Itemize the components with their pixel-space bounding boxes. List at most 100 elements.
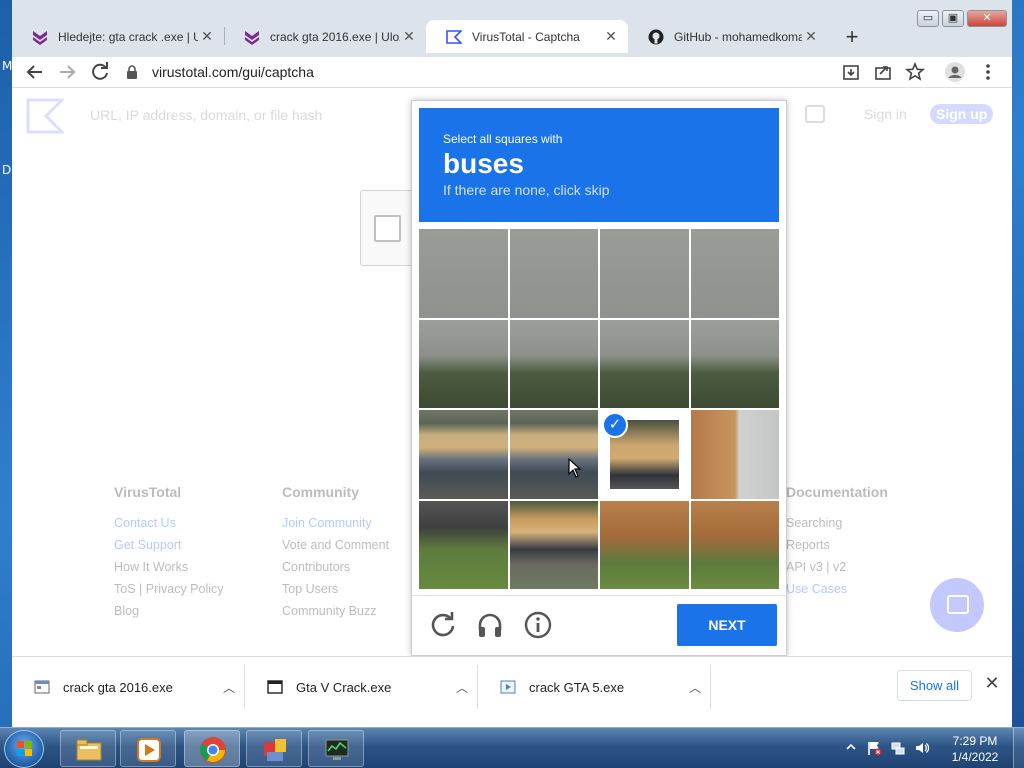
install-app-button[interactable] bbox=[839, 60, 863, 84]
show-desktop-button[interactable] bbox=[1013, 728, 1024, 768]
bookmark-button[interactable] bbox=[903, 60, 927, 84]
tab-close-button[interactable]: ✕ bbox=[400, 28, 418, 45]
taskbar-control-panel[interactable] bbox=[246, 730, 302, 767]
footer-link[interactable]: Community Buzz bbox=[282, 604, 389, 626]
captcha-tile[interactable] bbox=[690, 500, 779, 589]
download-item[interactable]: crack gta 2016.exe ︿ bbox=[12, 665, 245, 709]
tray-expand-icon[interactable] bbox=[846, 742, 856, 752]
chevron-up-icon[interactable]: ︿ bbox=[214, 679, 244, 696]
forward-button[interactable] bbox=[55, 60, 79, 84]
browser-toolbar: virustotal.com/gui/captcha bbox=[12, 57, 1012, 88]
footer-link[interactable]: Join Community bbox=[282, 516, 389, 538]
captcha-tile[interactable] bbox=[600, 229, 689, 318]
close-window-button[interactable]: ✕ bbox=[967, 10, 1007, 27]
volume-icon[interactable] bbox=[914, 740, 930, 756]
search-input[interactable]: URL, IP address, domain, or file hash bbox=[90, 107, 322, 123]
page-content: URL, IP address, domain, or file hash Si… bbox=[12, 88, 1012, 656]
captcha-tile[interactable] bbox=[509, 410, 598, 499]
virustotal-logo-icon bbox=[26, 98, 64, 134]
captcha-tile[interactable] bbox=[419, 229, 508, 318]
taskbar-chrome[interactable] bbox=[184, 730, 240, 767]
captcha-tile[interactable] bbox=[690, 410, 779, 499]
footer-link[interactable]: Top Users bbox=[282, 582, 389, 604]
footer-link[interactable]: Use Cases bbox=[786, 582, 888, 604]
footer-link[interactable]: Get Support bbox=[114, 538, 224, 560]
uloz-logo-icon bbox=[33, 30, 47, 45]
window-file-icon bbox=[267, 680, 283, 694]
footer-column-community: Community Join Community Vote and Commen… bbox=[282, 484, 389, 626]
reload-button[interactable] bbox=[88, 60, 112, 84]
footer-link[interactable]: Reports bbox=[786, 538, 888, 560]
installer-file-icon bbox=[500, 680, 516, 694]
captcha-tile-selected[interactable]: ✓ bbox=[600, 410, 689, 499]
footer-link[interactable]: Contact Us bbox=[114, 516, 224, 538]
chrome-icon bbox=[200, 737, 226, 763]
sign-up-button[interactable]: Sign up bbox=[930, 104, 994, 124]
sign-in-link[interactable]: Sign in bbox=[864, 106, 907, 122]
clock-time: 7:29 PM bbox=[952, 734, 998, 748]
action-center-flag-icon[interactable] bbox=[866, 740, 882, 756]
back-button[interactable] bbox=[23, 60, 47, 84]
tab-virustotal[interactable]: VirusTotal - Captcha ✕ bbox=[426, 20, 628, 53]
tab-close-button[interactable]: ✕ bbox=[198, 28, 216, 45]
captcha-tile[interactable] bbox=[509, 229, 598, 318]
download-item[interactable]: Gta V Crack.exe ︿ bbox=[245, 665, 478, 709]
tab-github[interactable]: GitHub - mohamedkomai ✕ bbox=[628, 20, 828, 53]
footer-link[interactable]: Vote and Comment bbox=[282, 538, 389, 560]
share-icon bbox=[875, 66, 891, 80]
captcha-tile[interactable] bbox=[509, 319, 598, 408]
chat-icon[interactable] bbox=[805, 105, 825, 123]
footer-heading: VirusTotal bbox=[114, 484, 182, 500]
footer-link[interactable]: Contributors bbox=[282, 560, 389, 582]
maximize-button[interactable]: ▣ bbox=[942, 10, 964, 27]
close-shelf-button[interactable]: ✕ bbox=[981, 673, 1003, 697]
tab-strip: Hledejte: gta crack .exe | U ✕ crack gta… bbox=[12, 0, 1012, 57]
chevron-up-icon[interactable]: ︿ bbox=[680, 679, 710, 696]
system-tray: 7:29 PM 1/4/2022 bbox=[842, 728, 1024, 768]
new-tab-button[interactable]: + bbox=[840, 24, 864, 50]
download-item[interactable]: crack GTA 5.exe ︿ bbox=[478, 665, 711, 709]
taskbar-media-player[interactable] bbox=[120, 730, 176, 767]
captcha-tile[interactable] bbox=[690, 229, 779, 318]
tab-close-button[interactable]: ✕ bbox=[802, 28, 820, 45]
tab-close-button[interactable]: ✕ bbox=[602, 28, 620, 45]
chrome-window: Hledejte: gta crack .exe | U ✕ crack gta… bbox=[12, 0, 1012, 727]
captcha-tile[interactable] bbox=[600, 500, 689, 589]
show-all-button[interactable]: Show all bbox=[897, 670, 972, 701]
tab-title: Hledejte: gta crack .exe | U bbox=[58, 29, 198, 44]
menu-button[interactable] bbox=[976, 60, 1000, 84]
captcha-tile[interactable] bbox=[509, 500, 598, 589]
monitor-app-icon bbox=[325, 739, 349, 760]
captcha-tile[interactable] bbox=[600, 319, 689, 408]
reload-icon[interactable] bbox=[428, 610, 458, 640]
captcha-tile[interactable] bbox=[419, 319, 508, 408]
chat-bubble-button[interactable] bbox=[930, 578, 984, 632]
tab-uloz-file[interactable]: crack gta 2016.exe | Ulož.t ✕ bbox=[224, 20, 426, 53]
recaptcha-checkbox[interactable] bbox=[374, 215, 401, 242]
captcha-tile[interactable] bbox=[690, 319, 779, 408]
address-bar[interactable]: virustotal.com/gui/captcha bbox=[124, 58, 904, 86]
profile-button[interactable] bbox=[943, 60, 967, 84]
start-button[interactable] bbox=[4, 730, 44, 768]
network-icon[interactable] bbox=[890, 740, 906, 756]
chevron-up-icon[interactable]: ︿ bbox=[447, 679, 477, 696]
next-button[interactable]: NEXT bbox=[677, 604, 777, 646]
windows-logo-icon bbox=[17, 741, 32, 756]
captcha-tile[interactable] bbox=[419, 500, 508, 589]
clock[interactable]: 7:29 PM 1/4/2022 bbox=[942, 733, 1008, 765]
footer-link[interactable]: How It Works bbox=[114, 560, 224, 582]
footer-link[interactable]: Searching bbox=[786, 516, 888, 538]
audio-icon[interactable] bbox=[475, 610, 505, 640]
captcha-challenge: Select all squares with buses If there a… bbox=[411, 100, 788, 656]
taskbar-monitor-app[interactable] bbox=[308, 730, 364, 767]
taskbar-explorer[interactable] bbox=[60, 730, 116, 767]
footer-link[interactable]: API v3 | v2 bbox=[786, 560, 888, 582]
captcha-tile[interactable] bbox=[419, 410, 508, 499]
info-icon[interactable] bbox=[523, 610, 553, 640]
tab-uloz-search[interactable]: Hledejte: gta crack .exe | U ✕ bbox=[12, 20, 224, 53]
challenge-footer: NEXT bbox=[412, 595, 788, 656]
minimize-button[interactable]: ▭ bbox=[917, 10, 939, 27]
share-button[interactable] bbox=[871, 60, 895, 84]
footer-link[interactable]: Blog bbox=[114, 604, 224, 626]
footer-link[interactable]: ToS | Privacy Policy bbox=[114, 582, 224, 604]
